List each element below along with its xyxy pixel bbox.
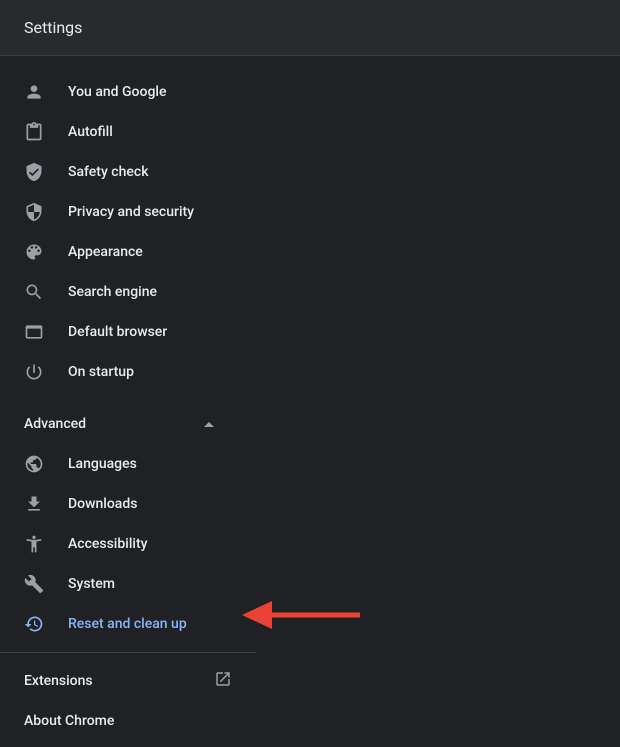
- download-icon: [24, 494, 44, 514]
- advanced-section-toggle[interactable]: Advanced: [0, 404, 238, 444]
- accessibility-icon: [24, 534, 44, 554]
- nav-label: Downloads: [68, 496, 137, 512]
- section-label: Advanced: [24, 416, 86, 432]
- chevron-up-icon: [204, 422, 214, 427]
- nav-label: Privacy and security: [68, 204, 194, 220]
- header: Settings: [0, 0, 620, 56]
- settings-nav: You and Google Autofill Safety check Pri…: [0, 56, 620, 741]
- power-icon: [24, 362, 44, 382]
- nav-label: Search engine: [68, 284, 157, 300]
- nav-label: System: [68, 576, 115, 592]
- browser-icon: [24, 322, 44, 342]
- nav-item-on-startup[interactable]: On startup: [0, 352, 620, 392]
- restore-icon: [24, 614, 44, 634]
- nav-item-you-and-google[interactable]: You and Google: [0, 72, 620, 112]
- nav-label: Extensions: [24, 673, 93, 689]
- nav-label: You and Google: [68, 84, 166, 100]
- nav-item-privacy[interactable]: Privacy and security: [0, 192, 620, 232]
- nav-label: Languages: [68, 456, 137, 472]
- nav-label: On startup: [68, 364, 134, 380]
- nav-item-search-engine[interactable]: Search engine: [0, 272, 620, 312]
- page-title: Settings: [24, 18, 82, 37]
- shield-icon: [24, 202, 44, 222]
- clipboard-icon: [24, 122, 44, 142]
- nav-label: Default browser: [68, 324, 167, 340]
- nav-label: About Chrome: [24, 713, 114, 729]
- nav-item-downloads[interactable]: Downloads: [0, 484, 620, 524]
- shield-check-icon: [24, 162, 44, 182]
- divider: [0, 652, 256, 653]
- nav-label: Accessibility: [68, 536, 147, 552]
- search-icon: [24, 282, 44, 302]
- palette-icon: [24, 242, 44, 262]
- nav-item-autofill[interactable]: Autofill: [0, 112, 620, 152]
- external-link-icon: [214, 670, 232, 692]
- nav-item-accessibility[interactable]: Accessibility: [0, 524, 620, 564]
- nav-item-reset-cleanup[interactable]: Reset and clean up: [0, 604, 620, 644]
- nav-label: Autofill: [68, 124, 113, 140]
- wrench-icon: [24, 574, 44, 594]
- globe-icon: [24, 454, 44, 474]
- nav-item-languages[interactable]: Languages: [0, 444, 620, 484]
- nav-label: Appearance: [68, 244, 143, 260]
- nav-item-about-chrome[interactable]: About Chrome: [0, 701, 256, 741]
- nav-item-default-browser[interactable]: Default browser: [0, 312, 620, 352]
- nav-item-safety-check[interactable]: Safety check: [0, 152, 620, 192]
- person-icon: [24, 82, 44, 102]
- nav-label: Safety check: [68, 164, 149, 180]
- nav-item-extensions[interactable]: Extensions: [0, 661, 256, 701]
- nav-item-appearance[interactable]: Appearance: [0, 232, 620, 272]
- nav-label: Reset and clean up: [68, 616, 187, 632]
- nav-item-system[interactable]: System: [0, 564, 620, 604]
